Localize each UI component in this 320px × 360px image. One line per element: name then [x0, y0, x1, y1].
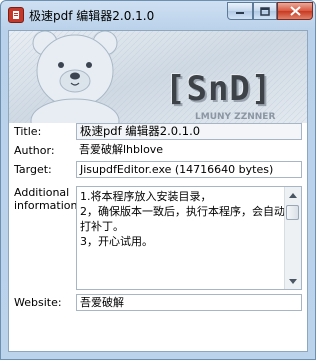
website-label: Website:: [14, 296, 62, 309]
target-label: Target:: [14, 163, 52, 176]
maximize-button[interactable]: [253, 2, 277, 20]
banner-image: LMUNY ZZNNER [SnD]: [9, 31, 307, 123]
info-label: Additional information:: [14, 186, 82, 212]
title-label: Title:: [14, 125, 42, 138]
chevron-down-icon: [289, 278, 297, 284]
info-scrollbar[interactable]: [284, 187, 301, 289]
additional-info-box[interactable]: 1.将本程序放入安装目录， 2，确保版本一致后，执行本程序，会自动打补丁。 3，…: [76, 186, 302, 290]
scroll-up-arrow[interactable]: [285, 187, 301, 203]
window-title: 极速pdf 编辑器2.0.1.0: [29, 9, 155, 23]
minimize-button[interactable]: [227, 2, 253, 20]
patch-info-panel: LMUNY ZZNNER [SnD] Title: 极速pdf 编辑器2.0.1…: [8, 30, 308, 352]
website-link[interactable]: 吾爱破解: [76, 294, 302, 311]
author-label: Author:: [14, 144, 55, 157]
target-field: JisupdfEditor.exe (14716640 bytes): [76, 161, 302, 178]
scroll-thumb[interactable]: [286, 205, 299, 220]
chevron-up-icon: [289, 192, 297, 198]
minimize-icon: [236, 12, 244, 14]
author-field: 吾爱破解lhblove: [76, 142, 302, 159]
pdf-app-icon[interactable]: [8, 7, 24, 23]
scroll-down-arrow[interactable]: [285, 273, 301, 289]
additional-info-text: 1.将本程序放入安装目录， 2，确保版本一致后，执行本程序，会自动打补丁。 3，…: [80, 190, 285, 248]
title-field: 极速pdf 编辑器2.0.1.0: [76, 123, 302, 140]
maximize-icon: [260, 6, 270, 16]
title-bar[interactable]: 极速pdf 编辑器2.0.1.0: [1, 1, 315, 29]
close-button[interactable]: [277, 2, 313, 20]
close-icon: [289, 6, 301, 16]
svg-text:LMUNY ZZNNER: LMUNY ZZNNER: [195, 112, 275, 122]
snd-logo: [SnD]: [165, 69, 273, 109]
app-window: 极速pdf 编辑器2.0.1.0 LMUNY ZZNNER [SnD] Titl…: [0, 0, 316, 360]
